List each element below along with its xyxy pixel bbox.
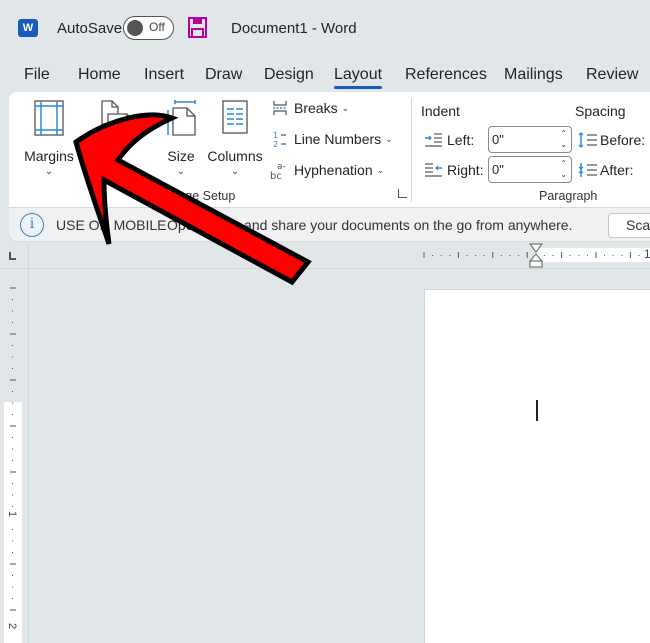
indent-marker-icon[interactable] [529, 243, 543, 269]
scan-button[interactable]: Scan [608, 213, 650, 238]
chevron-down-icon: ⌄ [230, 166, 240, 177]
text-cursor [536, 400, 538, 421]
document-title: Document1 - Word [231, 20, 357, 37]
tab-insert[interactable]: Insert [144, 66, 184, 84]
breaks-button[interactable]: Breaks ⌄ [272, 100, 349, 116]
tab-mailings[interactable]: Mailings [504, 66, 563, 84]
indent-right-input[interactable]: 0" ⌃ ⌄ [488, 156, 572, 183]
breaks-icon [273, 101, 287, 115]
autosave-label: AutoSave [57, 20, 123, 37]
spacing-heading: Spacing [575, 103, 626, 119]
orientation-button[interactable] [90, 100, 146, 180]
size-icon [167, 100, 196, 136]
vruler-label: 1 [6, 510, 19, 518]
indent-right-value: 0" [492, 162, 504, 177]
spacing-after-label: After: [600, 162, 634, 178]
save-icon[interactable] [188, 17, 207, 38]
columns-button[interactable]: Columns ⌄ [206, 100, 264, 180]
info-bar-message: Open, view, and share your documents on … [167, 217, 573, 233]
scan-button-label: Scan [626, 217, 650, 233]
spacing-before-label: Before: [600, 132, 646, 148]
spacing-before-icon [578, 132, 597, 148]
line-numbers-label: Line Numbers [294, 131, 382, 147]
paragraph-group-label: Paragraph [539, 189, 598, 203]
margins-label: Margins [24, 148, 74, 164]
chevron-down-icon: ⌄ [385, 133, 393, 144]
line-numbers-icon: 1 2 [273, 131, 286, 148]
hyphenation-button[interactable]: a- bc Hyphenation ⌄ [270, 160, 384, 180]
tab-design[interactable]: Design [264, 66, 314, 84]
title-bar: W AutoSave Off Document1 - Word [0, 0, 650, 56]
vertical-ruler[interactable] [0, 270, 28, 643]
columns-label: Columns [207, 148, 263, 164]
spacing-after-row: After: [578, 162, 633, 178]
tab-layout[interactable]: Layout [334, 66, 383, 89]
size-button[interactable]: Size ⌄ [158, 100, 204, 180]
tab-file[interactable]: File [24, 66, 50, 84]
page-setup-dialog-launcher[interactable] [398, 189, 407, 198]
app-letter: W [22, 22, 34, 34]
indent-right-label: Right: [447, 162, 484, 178]
margins-icon [34, 100, 64, 136]
tab-home[interactable]: Home [78, 66, 121, 84]
autosave-state: Off [149, 20, 165, 34]
ruler-divider [28, 244, 29, 643]
ruler-divider [0, 268, 650, 269]
size-label: Size [167, 148, 195, 164]
ruler-label: 1 [644, 247, 650, 261]
hyphenation-icon: a- bc [270, 162, 286, 180]
tab-draw[interactable]: Draw [205, 66, 242, 84]
info-bar-title: USE ON MOBILE [56, 217, 167, 233]
margins-button[interactable]: Margins ⌄ [20, 100, 78, 180]
columns-icon [222, 100, 248, 134]
indent-left-input[interactable]: 0" ⌃ ⌄ [488, 126, 572, 153]
word-logo-icon: W [18, 19, 38, 37]
toggle-knob [127, 20, 143, 36]
spacing-before-row: Before: [578, 132, 645, 148]
spin-up-icon[interactable]: ⌃ [560, 130, 567, 138]
autosave-toggle[interactable]: Off [123, 16, 174, 40]
tab-review[interactable]: Review [586, 66, 638, 84]
document-page[interactable] [424, 289, 650, 643]
group-separator [411, 98, 412, 202]
spacing-after-icon [578, 163, 597, 177]
indent-left-icon [425, 133, 442, 147]
page-setup-group-label: Page Setup [170, 189, 236, 203]
ribbon-tabs: File Home Insert Draw Design Layout Refe… [0, 64, 650, 90]
tab-selector-icon[interactable] [9, 252, 16, 260]
horizontal-ruler[interactable] [28, 244, 650, 268]
orientation-icon [101, 100, 134, 134]
chevron-down-icon: ⌄ [44, 166, 54, 177]
chevron-down-icon: ⌄ [376, 164, 385, 175]
tab-references[interactable]: References [405, 66, 487, 84]
indent-left-value: 0" [492, 132, 504, 147]
vruler-label: 2 [6, 622, 19, 630]
svg-text:2: 2 [273, 140, 278, 148]
spin-up-icon[interactable]: ⌃ [560, 160, 567, 168]
hyphenation-label: Hyphenation [294, 162, 373, 178]
line-numbers-button[interactable]: 1 2 Line Numbers ⌄ [272, 130, 393, 148]
svg-text:bc: bc [270, 171, 282, 180]
info-icon: i [20, 213, 44, 237]
indent-right-icon [425, 163, 442, 177]
indent-heading: Indent [421, 103, 460, 119]
indent-right-row: Right: [425, 162, 484, 178]
chevron-down-icon: ⌄ [341, 102, 350, 113]
breaks-label: Breaks [294, 100, 338, 116]
indent-left-row: Left: [425, 132, 474, 148]
indent-left-label: Left: [447, 132, 475, 148]
spin-down-icon[interactable]: ⌄ [560, 141, 567, 149]
spin-down-icon[interactable]: ⌄ [560, 171, 567, 179]
chevron-down-icon: ⌄ [176, 166, 186, 177]
svg-text:1: 1 [273, 131, 278, 140]
